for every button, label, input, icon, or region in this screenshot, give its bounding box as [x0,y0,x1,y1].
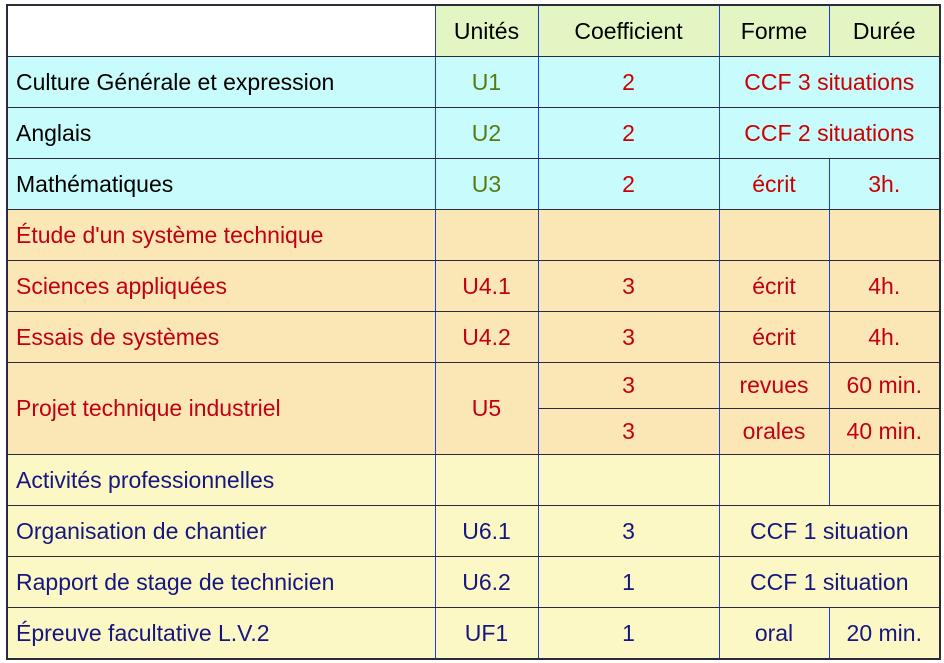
row-coefficient: 2 [537,56,720,108]
section-title-duree-cell [828,454,941,506]
row-duree: 60 min. [828,362,941,409]
row-unit: U6.1 [434,505,539,557]
row-label: Anglais [6,107,436,159]
row-unit: U6.2 [434,556,539,608]
section-title-coef-cell [537,454,720,506]
table-row: Culture Générale et expression U1 2 CCF … [6,56,941,108]
row-unit: U3 [434,158,539,210]
row-coefficient: 3 [537,362,720,409]
row-forme: écrit [718,311,830,363]
row-forme: CCF 2 situations [718,107,941,159]
row-duree: 20 min. [828,607,941,660]
table-row: Organisation de chantier U6.1 3 CCF 1 si… [6,505,941,557]
row-label: Épreuve facultative L.V.2 [6,607,436,660]
table-row: Essais de systèmes U4.2 3 écrit 4h. [6,311,941,363]
section-title-coef-cell [537,209,720,261]
row-duree: 4h. [828,260,941,312]
row-label: Sciences appliquées [6,260,436,312]
section-title-projet: Projet technique industriel [6,362,436,455]
header-unites: Unités [434,4,539,57]
row-coefficient: 3 [537,408,720,455]
table-row: Projet technique industriel U5 3 revues … [6,362,941,455]
table-header-row: Unités Coefficient Forme Durée [6,4,941,57]
section-title-forme-cell [718,454,830,506]
row-coefficient: 1 [537,607,720,660]
exam-table-container: Unités Coefficient Forme Durée Culture G… [0,0,944,663]
row-label: Organisation de chantier [6,505,436,557]
row-forme: orales [718,408,830,455]
row-unit: U5 [434,362,539,455]
row-forme: revues [718,362,830,409]
header-blank-cell [6,4,436,57]
row-coefficient: 2 [537,158,720,210]
row-unit: UF1 [434,607,539,660]
row-unit: U1 [434,56,539,108]
row-coefficient: 1 [537,556,720,608]
row-duree: 40 min. [828,408,941,455]
row-coefficient: 3 [537,260,720,312]
header-duree: Durée [828,4,941,57]
row-label: Culture Générale et expression [6,56,436,108]
section-title-unit-cell [434,209,539,261]
table-row: Rapport de stage de technicien U6.2 1 CC… [6,556,941,608]
row-forme: écrit [718,158,830,210]
row-coefficient: 3 [537,505,720,557]
section-title-etude: Étude d'un système technique [6,209,436,261]
row-label: Rapport de stage de technicien [6,556,436,608]
table-row: Mathématiques U3 2 écrit 3h. [6,158,941,210]
section-title-row: Activités professionnelles [6,454,941,506]
row-forme: CCF 3 situations [718,56,941,108]
section-title-unit-cell [434,454,539,506]
section-title-duree-cell [828,209,941,261]
section-title-row: Étude d'un système technique [6,209,941,261]
row-forme: CCF 1 situation [718,505,941,557]
row-unit: U2 [434,107,539,159]
table-row: Sciences appliquées U4.1 3 écrit 4h. [6,260,941,312]
row-forme: écrit [718,260,830,312]
section-title-forme-cell [718,209,830,261]
table-row: Épreuve facultative L.V.2 UF1 1 oral 20 … [6,607,941,660]
row-unit: U4.1 [434,260,539,312]
row-coefficient: 2 [537,107,720,159]
exam-units-table: Unités Coefficient Forme Durée Culture G… [6,4,941,660]
row-label: Essais de systèmes [6,311,436,363]
header-coefficient: Coefficient [537,4,720,57]
row-duree: 3h. [828,158,941,210]
row-coefficient: 3 [537,311,720,363]
section-title-activites: Activités professionnelles [6,454,436,506]
row-unit: U4.2 [434,311,539,363]
row-duree: 4h. [828,311,941,363]
table-row: Anglais U2 2 CCF 2 situations [6,107,941,159]
row-forme: CCF 1 situation [718,556,941,608]
header-forme: Forme [718,4,830,57]
row-forme: oral [718,607,830,660]
row-label: Mathématiques [6,158,436,210]
